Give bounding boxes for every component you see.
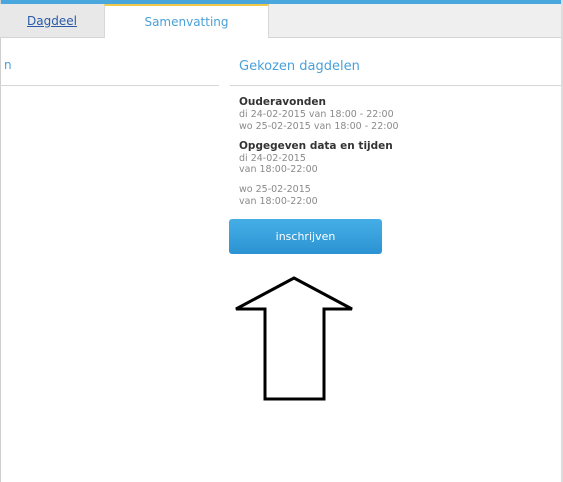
group-line: wo 25-02-2015 van 18:00 - 22:00 — [239, 121, 399, 132]
group-line: wo 25-02-2015 — [239, 184, 311, 195]
group-title-opgegeven: Opgegeven data en tijden — [239, 140, 393, 152]
summary-divider — [230, 85, 561, 86]
tab-dagdeel[interactable]: Dagdeel — [0, 4, 105, 37]
tab-samenvatting[interactable]: Samenvatting — [104, 4, 269, 38]
arrow-up-icon — [235, 276, 353, 401]
left-panel-divider — [0, 85, 219, 86]
group-line: van 18:00-22:00 — [239, 164, 318, 175]
group-title-ouderavonden: Ouderavonden — [239, 96, 326, 108]
group-line: di 24-02-2015 — [239, 153, 306, 164]
tab-bar: Dagdeel Samenvatting — [0, 4, 561, 38]
group-line: van 18:00-22:00 — [239, 196, 318, 207]
inschrijven-button[interactable]: inschrijven — [229, 219, 382, 254]
left-panel-title-fragment: n — [4, 58, 12, 72]
group-line: di 24-02-2015 van 18:00 - 22:00 — [239, 109, 394, 120]
summary-section-title: Gekozen dagdelen — [239, 59, 360, 74]
window-edge-left — [0, 0, 1, 482]
